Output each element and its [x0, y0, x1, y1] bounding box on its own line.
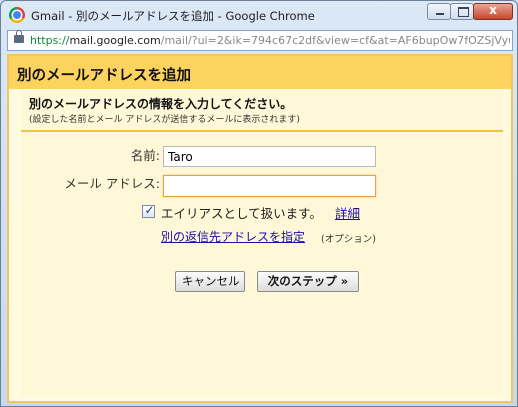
maximize-icon: [458, 7, 469, 17]
minimize-button[interactable]: [427, 3, 451, 20]
next-step-button[interactable]: 次のステップ »: [257, 271, 359, 292]
lock-icon: [14, 30, 24, 43]
maximize-button[interactable]: [450, 3, 474, 20]
checkmark-icon: ✓: [144, 203, 155, 217]
add-email-dialog: 別のメールアドレスを追加 別のメールアドレスの情報を入力してください。 (設定し…: [7, 54, 513, 403]
reply-to-link[interactable]: 別の返信先アドレスを指定: [161, 228, 305, 245]
details-link[interactable]: 詳細: [335, 203, 360, 222]
browser-window: Gmail - 別のメールアドレスを追加 - Google Chrome x h…: [0, 0, 518, 407]
chrome-logo-icon: [9, 7, 25, 23]
close-icon: x: [489, 3, 497, 17]
url-host: mail.google.com: [69, 34, 161, 47]
info-subtitle: (設定した名前とメール アドレスが送信するメールに表示されます): [29, 115, 300, 125]
alias-checkbox[interactable]: ✓: [142, 203, 155, 218]
info-title: 別のメールアドレスの情報を入力してください。: [29, 97, 293, 111]
url-scheme: https://: [30, 34, 70, 47]
name-label: 名前:: [130, 148, 160, 163]
name-input[interactable]: [163, 146, 376, 167]
divider: [21, 130, 503, 132]
alias-label: エイリアスとして扱います。: [161, 206, 322, 221]
dialog-header: 別のメールアドレスを追加: [9, 56, 511, 89]
title-bar[interactable]: Gmail - 別のメールアドレスを追加 - Google Chrome x: [1, 1, 517, 29]
dialog-title: 別のメールアドレスを追加: [17, 68, 191, 84]
cancel-button[interactable]: キャンセル: [175, 271, 245, 292]
address-bar[interactable]: https://mail.google.com/mail/?ui=2&ik=79…: [7, 30, 513, 51]
url-path: /mail/?ui=2&ik=794c67c2df&view=cf&at=AF6…: [160, 34, 510, 47]
minimize-icon: [436, 13, 444, 15]
email-label: メール アドレス:: [64, 176, 160, 191]
url-text: https://mail.google.com/mail/?ui=2&ik=79…: [30, 34, 510, 47]
dialog-body: 別のメールアドレスの情報を入力してください。 (設定した名前とメール アドレスが…: [21, 91, 503, 396]
optional-note: (オプション): [321, 234, 376, 245]
window-title: Gmail - 別のメールアドレスを追加 - Google Chrome: [31, 9, 315, 23]
email-input[interactable]: [163, 175, 376, 197]
close-button[interactable]: x: [473, 3, 513, 20]
